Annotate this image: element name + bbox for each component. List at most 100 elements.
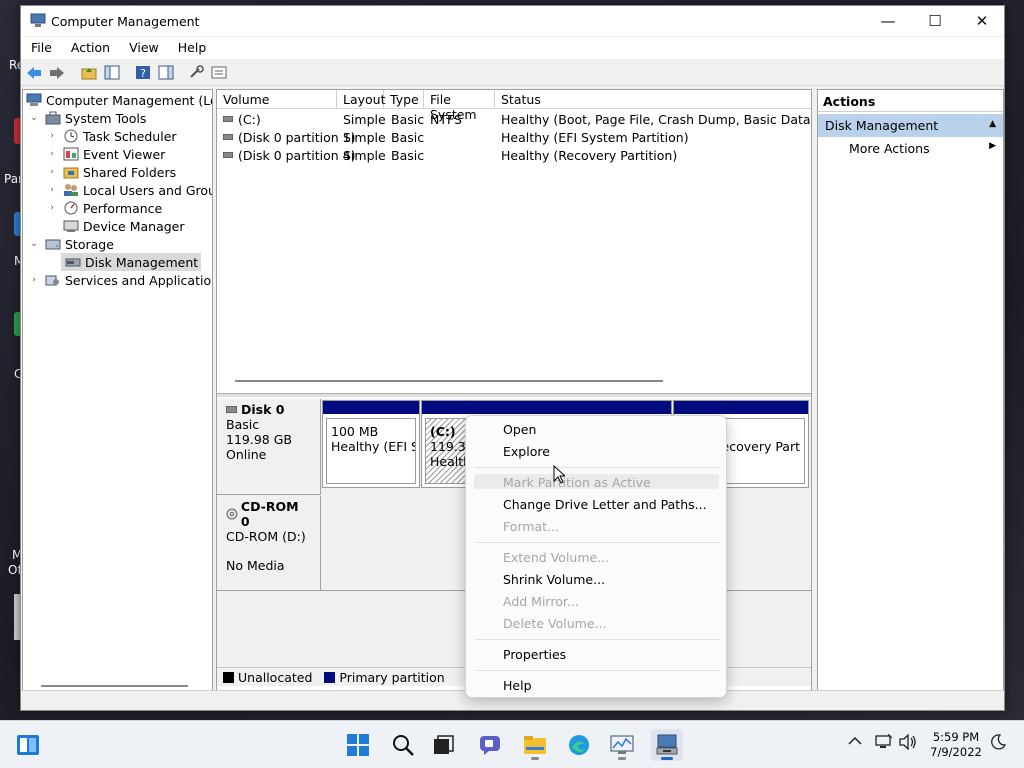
back-button[interactable]: [25, 64, 43, 81]
tree-item-selected[interactable]: Disk Management: [61, 253, 202, 271]
horizontal-scrollbar[interactable]: [41, 685, 188, 687]
forward-button[interactable]: [48, 64, 66, 81]
menu-file[interactable]: File: [21, 37, 61, 59]
start-button[interactable]: [342, 729, 374, 761]
show-hide-console-tree-button[interactable]: [103, 64, 121, 81]
properties-button[interactable]: [210, 64, 228, 81]
volume-row[interactable]: (Disk 0 partition 4) Simple Basic Health…: [217, 147, 811, 165]
notifications-button[interactable]: [990, 734, 1007, 754]
column-header-file-system[interactable]: File System: [424, 90, 495, 122]
connect-drive-button[interactable]: [188, 64, 206, 81]
disk-type: Basic: [226, 417, 260, 432]
chevron-right-icon[interactable]: ›: [47, 203, 57, 213]
network-status-button[interactable]: [874, 733, 893, 754]
search-icon: [393, 735, 414, 756]
close-button[interactable]: ✕: [959, 6, 1005, 36]
column-header-layout[interactable]: Layout: [337, 90, 386, 109]
menu-item-explore[interactable]: Explore: [503, 444, 550, 459]
column-header-status[interactable]: Status: [495, 90, 811, 109]
system-clock[interactable]: 5:59 PM 7/9/2022: [928, 730, 984, 760]
volume-row[interactable]: (C:) Simple Basic NTFS Healthy (Boot, Pa…: [217, 111, 811, 129]
performance-monitor-button[interactable]: [606, 729, 638, 761]
tree-item-device-manager[interactable]: Device Manager: [57, 217, 185, 235]
more-actions[interactable]: More Actions ▶: [818, 137, 1003, 159]
menu-item-shrink-volume[interactable]: Shrink Volume...: [503, 572, 605, 587]
volume-file-system: NTFS: [430, 112, 462, 127]
column-header-type[interactable]: Type: [384, 90, 424, 109]
chevron-right-icon[interactable]: ›: [47, 167, 57, 177]
menu-item-properties[interactable]: Properties: [503, 647, 566, 662]
minimize-button[interactable]: —: [865, 6, 911, 36]
show-hidden-icons-button[interactable]: [848, 734, 862, 750]
disk-state: Online: [226, 447, 267, 462]
volume-name: (C:): [238, 112, 261, 127]
volume-button[interactable]: [899, 733, 917, 754]
computer-management-taskbar-button[interactable]: [651, 729, 683, 761]
horizontal-scrollbar[interactable]: [235, 380, 663, 382]
tree-item-label: Computer Management (Local: [46, 92, 212, 108]
show-hide-action-pane-button[interactable]: [157, 64, 175, 81]
column-header-volume[interactable]: Volume: [217, 90, 337, 109]
speaker-icon: [899, 733, 916, 751]
menu-action[interactable]: Action: [61, 37, 119, 59]
computer-icon: [26, 93, 42, 106]
chevron-right-icon[interactable]: ›: [47, 131, 57, 141]
maximize-button[interactable]: ☐: [912, 6, 958, 36]
tree-item-services-applications[interactable]: › Services and Applications: [29, 271, 212, 289]
task-view-button[interactable]: [428, 729, 460, 761]
chat-button[interactable]: [474, 729, 506, 761]
running-indicator: [661, 757, 673, 760]
file-explorer-button[interactable]: [519, 729, 551, 761]
tree-item-computer-management[interactable]: Computer Management (Local: [26, 91, 212, 109]
menu-item-add-mirror[interactable]: Add Mirror...: [503, 594, 579, 609]
volume-row[interactable]: (Disk 0 partition 1) Simple Basic Health…: [217, 129, 811, 147]
menu-item-help[interactable]: Help: [503, 678, 532, 693]
tree-item-disk-management[interactable]: Disk Management: [61, 253, 202, 271]
tree-item-local-users-groups[interactable]: › Local Users and Groups: [47, 181, 212, 199]
menu-item-mark-active[interactable]: Mark Partition as Active: [503, 475, 651, 490]
volume-type: Basic: [391, 148, 425, 163]
network-icon: [875, 733, 893, 748]
menu-view[interactable]: View: [119, 37, 168, 59]
actions-section-disk-management[interactable]: Disk Management ▲: [818, 114, 1003, 137]
tree-item-shared-folders[interactable]: › Shared Folders: [47, 163, 176, 181]
tree-item-storage[interactable]: ⌄ Storage: [29, 235, 114, 253]
partition-efi[interactable]: 100 MB Healthy (EFI Sys: [322, 400, 420, 488]
search-button[interactable]: [387, 729, 419, 761]
moon-icon: [991, 734, 1007, 750]
widgets-button[interactable]: [12, 729, 44, 761]
legend-primary: Primary partition: [339, 669, 445, 685]
chevron-right-icon[interactable]: ›: [47, 185, 57, 195]
console-tree-icon: [104, 65, 120, 80]
cdrom-0-label[interactable]: CD-ROM 0 CD-ROM (D:) No Media: [217, 496, 321, 591]
help-button[interactable]: ?: [134, 64, 152, 81]
tree-item-performance[interactable]: › Performance: [47, 199, 162, 217]
pane-splitter[interactable]: [217, 393, 811, 397]
menu-help[interactable]: Help: [168, 37, 216, 59]
disk-0-label[interactable]: Disk 0 Basic 119.98 GB Online: [217, 399, 321, 495]
menu-item-open[interactable]: Open: [503, 422, 536, 437]
menu-item-extend-volume[interactable]: Extend Volume...: [503, 550, 609, 565]
menu-item-delete-volume[interactable]: Delete Volume...: [503, 616, 606, 631]
task-view-icon: [434, 735, 454, 754]
tree-item-event-viewer[interactable]: › Event Viewer: [47, 145, 165, 163]
tree-item-task-scheduler[interactable]: › Task Scheduler: [47, 127, 176, 145]
partition-body: 100 MB Healthy (EFI Sys: [326, 418, 416, 484]
tree-item-label: Performance: [83, 200, 163, 216]
menu-item-change-drive-letter[interactable]: Change Drive Letter and Paths...: [503, 497, 707, 512]
chevron-right-icon[interactable]: ›: [29, 275, 39, 285]
chevron-down-icon[interactable]: ⌄: [29, 239, 39, 249]
up-one-level-button[interactable]: [80, 64, 98, 81]
chevron-right-icon[interactable]: ›: [47, 149, 57, 159]
tree-item-system-tools[interactable]: ⌄ System Tools: [29, 109, 146, 127]
chat-icon: [480, 736, 500, 755]
collapse-up-icon[interactable]: ▲: [989, 119, 996, 129]
menu-item-format[interactable]: Format...: [503, 519, 559, 534]
primary-partition-bar: [422, 401, 671, 414]
edge-button[interactable]: [563, 729, 595, 761]
console-tree: Computer Management (Local ⌄ System Tool…: [22, 89, 213, 693]
volume-status: Healthy (Recovery Partition): [501, 148, 678, 163]
title-bar[interactable]: Computer Management — ☐ ✕: [21, 6, 1004, 36]
chevron-down-icon[interactable]: ⌄: [29, 113, 39, 123]
disk-name: CD-ROM 0: [240, 499, 299, 529]
